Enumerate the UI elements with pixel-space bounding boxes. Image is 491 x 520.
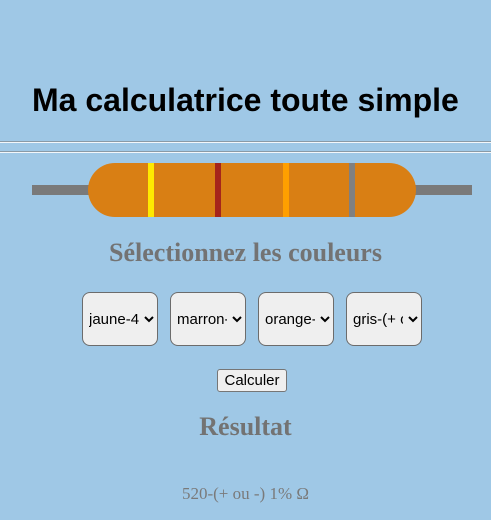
page-title: Ma calculatrice toute simple — [32, 82, 459, 118]
resistor-band-4 — [349, 163, 355, 217]
result-value: 520-(+ ou -) 1% Ω — [181, 484, 310, 503]
color-selects: jaune-4 marron-1 orange-1000 gris-(+ ou … — [82, 292, 422, 348]
band-2-select[interactable]: marron-1 — [170, 292, 246, 346]
calculate-button[interactable]: Calculer — [217, 369, 287, 392]
resistor-band-2 — [215, 163, 221, 217]
select-colors-heading: Sélectionnez les couleurs — [109, 238, 382, 267]
divider — [0, 141, 491, 143]
resistor-lead-left — [32, 185, 90, 195]
result-heading: Résultat — [199, 412, 292, 441]
resistor-lead-right — [414, 185, 472, 195]
resistor-band-1 — [148, 163, 154, 217]
band-4-select[interactable]: gris-(+ ou -) 1% — [346, 292, 422, 346]
band-1-select[interactable]: jaune-4 — [82, 292, 158, 346]
resistor-illustration — [0, 160, 491, 220]
band-3-select[interactable]: orange-1000 — [258, 292, 334, 346]
resistor-body — [88, 163, 416, 217]
resistor-band-3 — [283, 163, 289, 217]
divider — [0, 151, 491, 153]
